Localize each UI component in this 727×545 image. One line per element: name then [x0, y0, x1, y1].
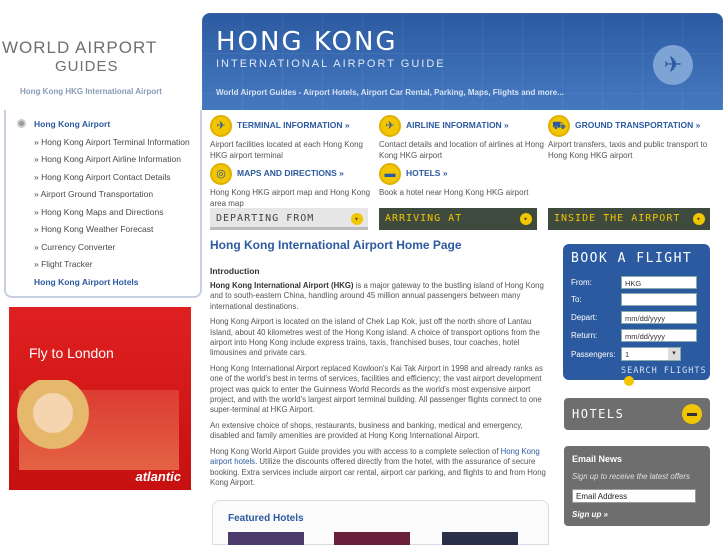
flight-attendant-image — [17, 380, 97, 490]
banner-links[interactable]: World Airport Guides - Airport Hotels, A… — [216, 88, 564, 97]
quick-link-desc: Hong Kong HKG airport map and Hong Kong … — [210, 188, 371, 208]
book-flight-title: BOOK A FLIGHT — [571, 251, 693, 266]
bed-icon: ▬ — [379, 163, 401, 185]
hotels-box-title: HOTELS — [572, 407, 625, 421]
quick-link-title[interactable]: MAPS AND DIRECTIONS » — [237, 168, 344, 178]
sidebar-item-ground-transportation[interactable]: » Airport Ground Transportation — [34, 189, 153, 199]
chevron-down-icon: ▾ — [351, 213, 363, 225]
airport-name: Hong Kong International Airport (HKG) — [210, 281, 354, 290]
quick-link-hotels[interactable]: ▬ HOTELS » Book a hotel near Hong Kong H… — [379, 163, 549, 248]
passengers-label: Passengers: — [571, 350, 616, 359]
sidebar-item-weather-forecast[interactable]: » Hong Kong Weather Forecast — [34, 224, 153, 234]
main-content: Hong Kong International Airport Home Pag… — [210, 238, 550, 493]
quick-link-desc: Airport transfers, taxis and public tran… — [548, 140, 708, 160]
tab-label: DEPARTING FROM — [216, 213, 315, 224]
sidebar-item-maps-directions[interactable]: » Hong Kong Maps and Directions — [34, 207, 163, 217]
ad-headline: Fly to London — [29, 345, 114, 361]
bus-icon: ⛟ — [548, 115, 570, 137]
quick-link-title[interactable]: HOTELS » — [406, 168, 448, 178]
quick-link-ground-transportation[interactable]: ⛟ GROUND TRANSPORTATION » Airport transf… — [548, 115, 718, 200]
banner-subtitle: INTERNATIONAL AIRPORT GUIDE — [216, 58, 446, 70]
airplane-icon: ✈ — [653, 45, 693, 85]
to-label: To: — [571, 295, 582, 304]
logo-line1: WORLD AIRPORT — [2, 38, 158, 57]
sidebar-item-airport-hotels[interactable]: Hong Kong Airport Hotels — [34, 277, 139, 287]
page-title: Hong Kong International Airport Home Pag… — [210, 238, 462, 252]
email-news-box: Email News Sign up to receive the latest… — [564, 446, 710, 526]
sidebar-item-currency-converter[interactable]: » Currency Converter — [34, 242, 115, 252]
featured-hotels-panel: Featured Hotels — [212, 500, 549, 545]
paragraph-intro: Hong Kong International Airport (HKG) is… — [210, 281, 544, 311]
return-date-input[interactable]: mm/dd/yyyy — [621, 329, 697, 342]
email-news-title: Email News — [572, 454, 623, 464]
tab-label: INSIDE THE AIRPORT — [554, 213, 681, 224]
tab-arriving-at[interactable]: ARRIVING AT ▾ — [379, 208, 537, 230]
sidebar-item-hong-kong-airport[interactable]: Hong Kong Airport — [34, 119, 110, 129]
depart-date-input[interactable]: mm/dd/yyyy — [621, 311, 697, 324]
email-news-desc: Sign up to receive the latest offers — [572, 472, 690, 481]
plane-icon: ✈ — [379, 115, 401, 137]
sidebar-item-terminal-information[interactable]: » Hong Kong Airport Terminal Information — [34, 137, 190, 147]
tab-label: ARRIVING AT — [385, 213, 463, 224]
email-input[interactable]: Email Address — [572, 489, 696, 503]
quick-link-title[interactable]: AIRLINE INFORMATION » — [406, 120, 509, 130]
site-tagline: Hong Kong HKG International Airport — [20, 87, 162, 96]
paragraph-history: Hong Kong International Airport replaced… — [210, 363, 543, 415]
signup-link[interactable]: Sign up » — [572, 510, 608, 519]
from-label: From: — [571, 278, 592, 287]
quick-link-title[interactable]: GROUND TRANSPORTATION » — [575, 120, 700, 130]
advertisement-banner[interactable]: Fly to London atlantic — [9, 307, 191, 490]
quick-link-desc: Contact details and location of airlines… — [379, 140, 544, 160]
chevron-down-icon: ▾ — [668, 348, 680, 360]
chevron-down-icon: ▾ — [693, 213, 705, 225]
hotel-thumbnail[interactable] — [228, 532, 304, 545]
sidebar-nav: Hong Kong Airport » Hong Kong Airport Te… — [4, 110, 202, 298]
bed-icon: ▬ — [682, 404, 702, 424]
bullet-icon — [17, 119, 26, 128]
quick-link-desc: Airport facilities located at each Hong … — [210, 140, 363, 160]
featured-hotels-title: Featured Hotels — [228, 513, 304, 524]
paragraph-amenities: An extensive choice of shops, restaurant… — [210, 420, 523, 441]
hotel-thumbnail[interactable] — [442, 532, 518, 545]
header-banner: HONG KONG INTERNATIONAL AIRPORT GUIDE Wo… — [202, 13, 723, 110]
compass-icon: ◎ — [210, 163, 232, 185]
tab-inside-the-airport[interactable]: INSIDE THE AIRPORT ▾ — [548, 208, 710, 230]
depart-label: Depart: — [571, 313, 598, 322]
banner-title: HONG KONG — [216, 27, 398, 57]
sidebar-item-airline-information[interactable]: » Hong Kong Airport Airline Information — [34, 154, 181, 164]
chevron-down-icon: ▾ — [520, 213, 532, 225]
passengers-select[interactable]: 1 ▾ — [621, 347, 681, 361]
to-input[interactable] — [621, 293, 697, 306]
ad-brand: atlantic — [135, 469, 181, 484]
site-logo[interactable]: WORLD AIRPORT GUIDES — [0, 26, 200, 75]
book-flight-form: BOOK A FLIGHT From: HKG To: Depart: mm/d… — [563, 244, 710, 386]
plane-icon: ✈ — [210, 115, 232, 137]
quick-link-desc: Book a hotel near Hong Kong HKG airport — [379, 188, 529, 197]
quick-link-maps[interactable]: ◎ MAPS AND DIRECTIONS » Hong Kong HKG ai… — [210, 163, 380, 248]
quick-link-title[interactable]: TERMINAL INFORMATION » — [237, 120, 350, 130]
tab-departing-from[interactable]: DEPARTING FROM ▾ — [210, 208, 368, 230]
logo-line2: GUIDES — [55, 58, 119, 75]
sidebar-item-flight-tracker[interactable]: » Flight Tracker — [34, 259, 93, 269]
section-heading: Introduction — [210, 266, 260, 276]
search-flights-button[interactable]: SEARCH FLIGHTS — [621, 366, 710, 387]
from-input[interactable]: HKG — [621, 276, 697, 289]
hotels-box[interactable]: HOTELS ▬ — [564, 398, 710, 430]
sidebar-item-contact-details[interactable]: » Hong Kong Airport Contact Details — [34, 172, 171, 182]
paragraph-location: Hong Kong Airport is located on the isla… — [210, 317, 540, 358]
paragraph-hotels: Hong Kong World Airport Guide provides y… — [210, 446, 546, 487]
hotel-thumbnail[interactable] — [334, 532, 410, 545]
return-label: Return: — [571, 331, 598, 340]
